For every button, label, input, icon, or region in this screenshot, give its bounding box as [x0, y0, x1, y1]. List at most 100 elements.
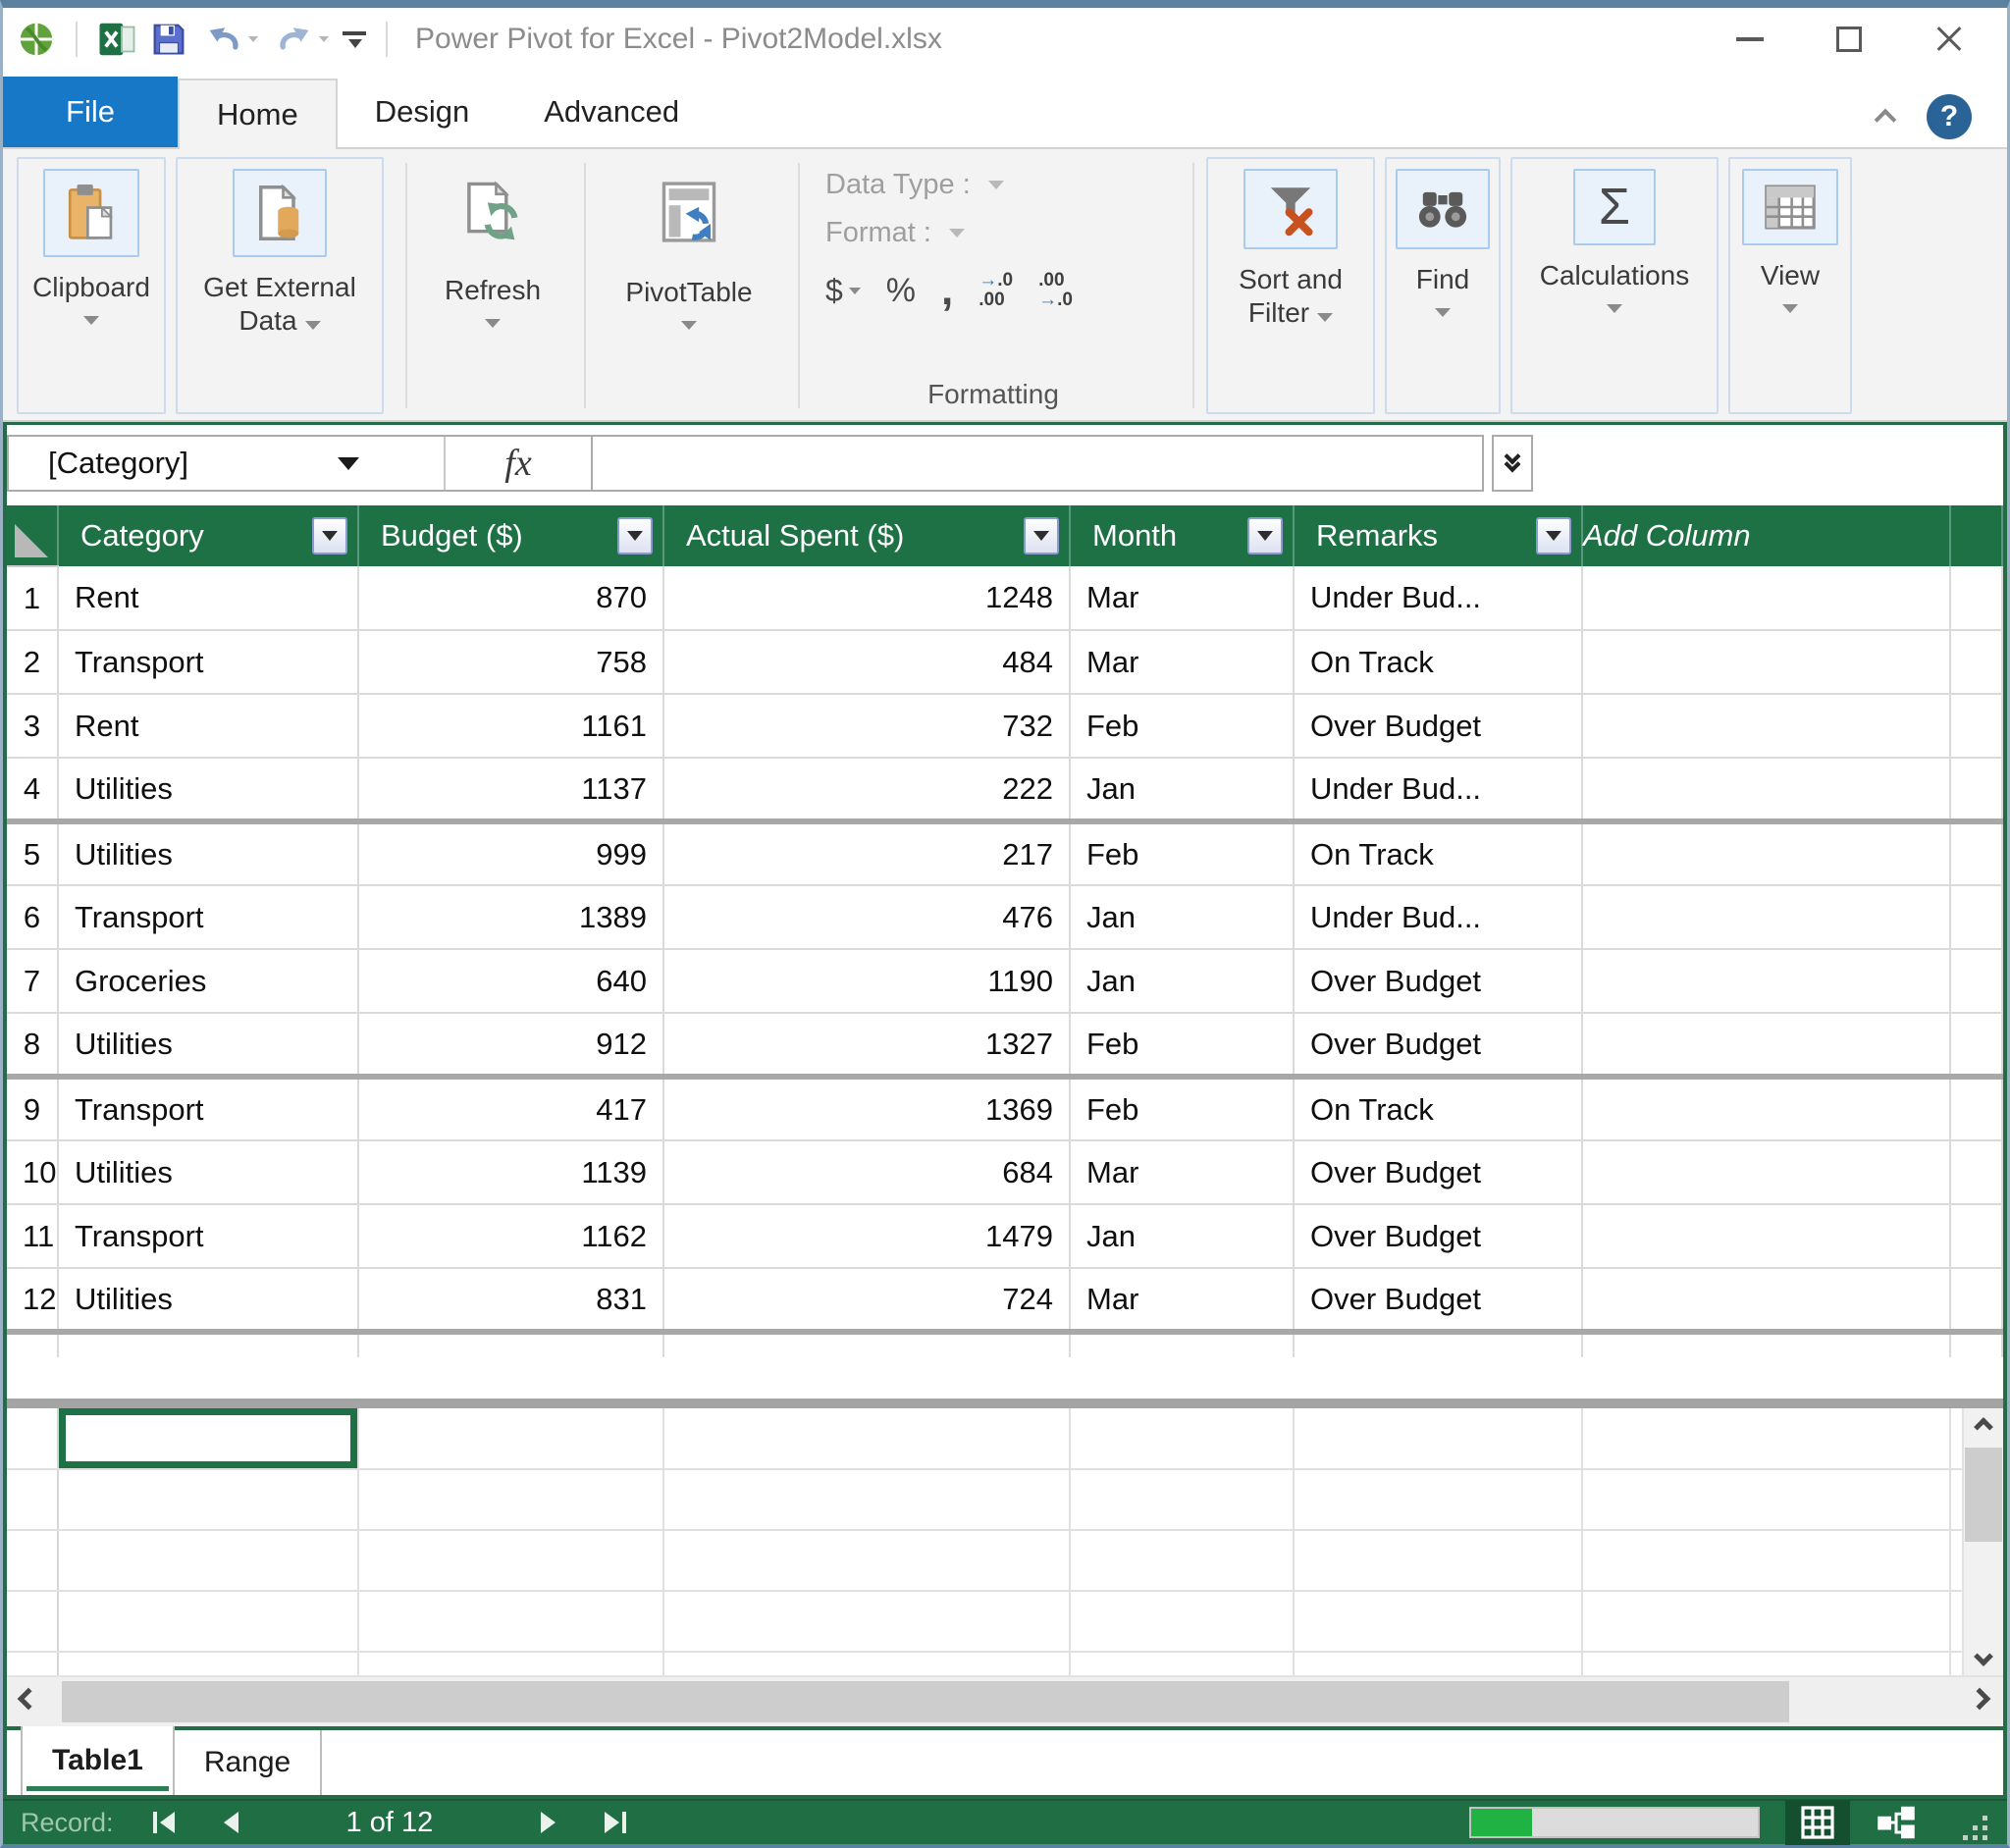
- name-box-dropdown-icon[interactable]: [338, 457, 359, 470]
- measure-cell[interactable]: [1582, 1591, 1950, 1652]
- cell[interactable]: Utilities: [58, 1013, 358, 1077]
- add-column-header[interactable]: Add Column: [1582, 505, 1950, 566]
- select-all-corner[interactable]: [7, 505, 58, 566]
- row-number[interactable]: 12: [7, 1268, 58, 1332]
- tab-advanced[interactable]: Advanced: [506, 77, 716, 147]
- row-number[interactable]: 4: [7, 758, 58, 821]
- cell[interactable]: 1327: [663, 1013, 1070, 1077]
- measure-cell[interactable]: [1070, 1652, 1294, 1675]
- row-number[interactable]: 3: [7, 694, 58, 758]
- cell[interactable]: [1582, 821, 1950, 885]
- cell[interactable]: [1582, 1268, 1950, 1332]
- maximize-button[interactable]: [1836, 26, 1862, 52]
- cell[interactable]: Mar: [1070, 1140, 1294, 1204]
- cell[interactable]: Under Bud...: [1294, 758, 1582, 821]
- cell[interactable]: Over Budget: [1294, 1140, 1582, 1204]
- measure-cell[interactable]: [1294, 1469, 1582, 1530]
- decrease-decimal-button[interactable]: .00 →.0: [1038, 271, 1073, 310]
- measure-cell[interactable]: [1070, 1530, 1294, 1591]
- name-box[interactable]: [Category]: [9, 437, 446, 490]
- measure-cell[interactable]: [1294, 1408, 1582, 1469]
- cell[interactable]: Over Budget: [1294, 694, 1582, 758]
- cell[interactable]: Feb: [1070, 821, 1294, 885]
- row-number[interactable]: 2: [7, 630, 58, 694]
- cell[interactable]: 484: [663, 630, 1070, 694]
- cell[interactable]: 1139: [358, 1140, 663, 1204]
- thousands-separator-button[interactable]: ,: [941, 281, 953, 300]
- cell[interactable]: 1389: [358, 885, 663, 949]
- cell[interactable]: Rent: [58, 566, 358, 630]
- diagram-view-button[interactable]: [1864, 1800, 1929, 1845]
- budget-filter-button[interactable]: [617, 517, 653, 554]
- measure-cell[interactable]: [663, 1591, 1070, 1652]
- calculations-group-button[interactable]: Σ Calculations: [1510, 157, 1719, 414]
- cell[interactable]: [1582, 630, 1950, 694]
- vertical-scrollbar[interactable]: [1962, 1408, 2003, 1675]
- data-view-button[interactable]: [1785, 1800, 1850, 1845]
- measure-cell[interactable]: [663, 1652, 1070, 1675]
- percent-format-button[interactable]: %: [886, 272, 916, 310]
- cell[interactable]: 912: [358, 1013, 663, 1077]
- cell[interactable]: [1582, 758, 1950, 821]
- measure-cell[interactable]: [663, 1530, 1070, 1591]
- measure-cell[interactable]: [663, 1469, 1070, 1530]
- cell[interactable]: 1137: [358, 758, 663, 821]
- cell[interactable]: [1582, 566, 1950, 630]
- scroll-right-icon[interactable]: [1969, 1688, 1991, 1711]
- cell[interactable]: Mar: [1070, 630, 1294, 694]
- cell[interactable]: 222: [663, 758, 1070, 821]
- vertical-scroll-thumb[interactable]: [1965, 1448, 2002, 1542]
- cell[interactable]: Rent: [58, 694, 358, 758]
- pivottable-button[interactable]: PivotTable: [598, 157, 780, 414]
- format-control[interactable]: Format :: [825, 217, 1161, 249]
- actual-spent-filter-button[interactable]: [1024, 517, 1059, 554]
- cell[interactable]: 732: [663, 694, 1070, 758]
- measure-cell[interactable]: [58, 1591, 358, 1652]
- row-number[interactable]: 10: [7, 1140, 58, 1204]
- cell[interactable]: 1161: [358, 694, 663, 758]
- cell[interactable]: Feb: [1070, 1013, 1294, 1077]
- cell[interactable]: Utilities: [58, 1268, 358, 1332]
- column-header-remarks[interactable]: Remarks: [1294, 505, 1582, 566]
- column-header-month[interactable]: Month: [1070, 505, 1294, 566]
- cell[interactable]: Transport: [58, 1204, 358, 1268]
- measure-cell[interactable]: [1582, 1408, 1950, 1469]
- row-number[interactable]: 6: [7, 885, 58, 949]
- measure-cell[interactable]: [1070, 1408, 1294, 1469]
- cell[interactable]: [1582, 1204, 1950, 1268]
- cell[interactable]: 476: [663, 885, 1070, 949]
- cell[interactable]: Jan: [1070, 949, 1294, 1013]
- sheet-tab-table1[interactable]: Table1: [21, 1726, 175, 1795]
- row-number[interactable]: 1: [7, 566, 58, 630]
- cell[interactable]: 758: [358, 630, 663, 694]
- row-number[interactable]: 8: [7, 1013, 58, 1077]
- undo-button[interactable]: [201, 19, 258, 60]
- cell[interactable]: 1190: [663, 949, 1070, 1013]
- cell[interactable]: 831: [358, 1268, 663, 1332]
- cell[interactable]: Over Budget: [1294, 1204, 1582, 1268]
- cell[interactable]: 724: [663, 1268, 1070, 1332]
- redo-button[interactable]: [272, 19, 329, 60]
- cell[interactable]: Feb: [1070, 1077, 1294, 1140]
- row-number[interactable]: 7: [7, 949, 58, 1013]
- selected-cell[interactable]: [58, 1408, 358, 1469]
- help-button[interactable]: ?: [1927, 94, 1972, 139]
- measure-cell[interactable]: [358, 1591, 663, 1652]
- measure-cell[interactable]: [358, 1530, 663, 1591]
- row-number[interactable]: 5: [7, 821, 58, 885]
- cell[interactable]: Mar: [1070, 1268, 1294, 1332]
- cell[interactable]: On Track: [1294, 821, 1582, 885]
- cell[interactable]: Under Bud...: [1294, 885, 1582, 949]
- category-filter-button[interactable]: [312, 517, 347, 554]
- close-button[interactable]: [1934, 25, 1964, 54]
- cell[interactable]: 1248: [663, 566, 1070, 630]
- scroll-up-icon[interactable]: [1974, 1417, 1993, 1437]
- scroll-left-icon[interactable]: [18, 1688, 40, 1711]
- pane-splitter[interactable]: [7, 1399, 2003, 1408]
- next-record-button[interactable]: [541, 1812, 555, 1833]
- minimize-button[interactable]: [1736, 37, 1764, 41]
- increase-decimal-button[interactable]: →.0 .00: [979, 271, 1013, 310]
- collapse-ribbon-button[interactable]: [1878, 106, 1897, 126]
- save-button[interactable]: [150, 21, 187, 58]
- previous-record-button[interactable]: [224, 1812, 238, 1833]
